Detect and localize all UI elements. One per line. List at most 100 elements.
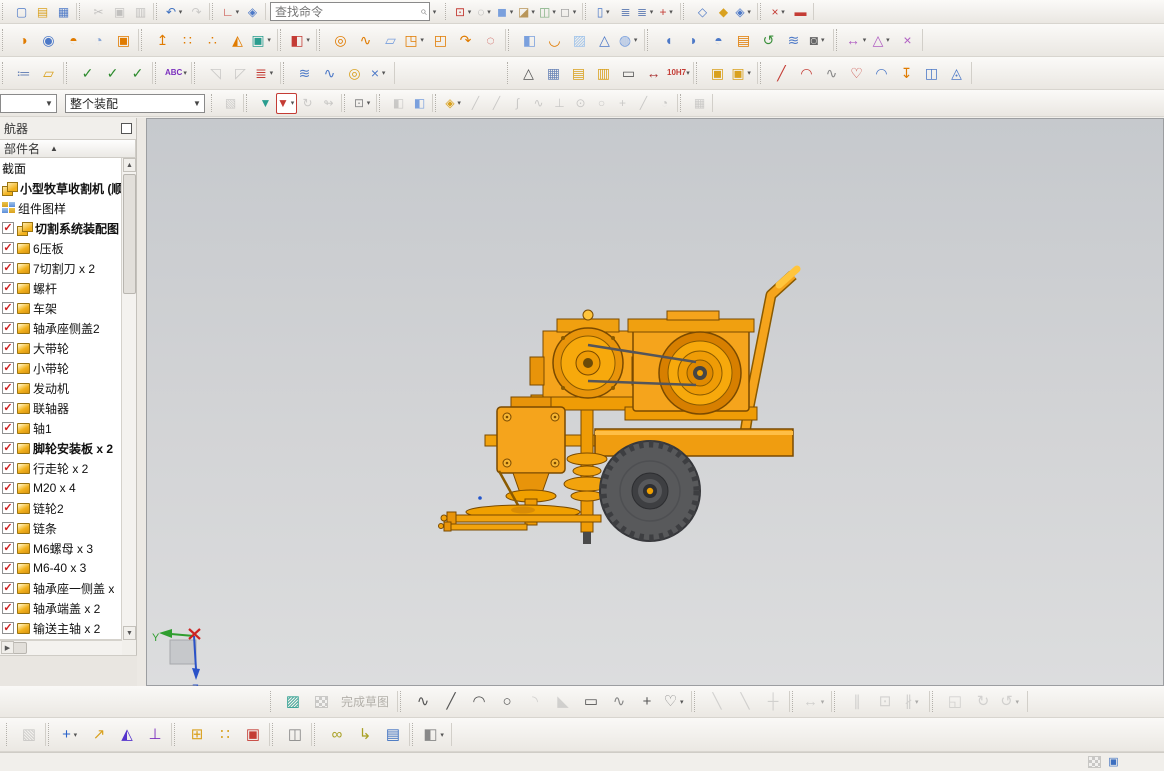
component-checkbox[interactable]: ✓	[2, 222, 14, 234]
component-checkbox[interactable]: ✓	[2, 262, 14, 274]
tree-vertical-scrollbar[interactable]: ▲ ▼	[121, 158, 136, 640]
view-properties-icon[interactable]: ◈	[242, 2, 263, 22]
create-sketch-icon[interactable]: ▨	[279, 688, 307, 715]
sphere-icon[interactable]: ◍ ▾	[617, 27, 642, 54]
fit-curve-icon[interactable]: ∿	[819, 60, 844, 87]
pattern-feature-icon[interactable]: ∷	[175, 27, 200, 54]
component-checkbox[interactable]: ✓	[2, 402, 14, 414]
wave-lock-icon[interactable]: ▣	[705, 60, 730, 87]
sheet-body-icon[interactable]: ◙ ▾	[806, 27, 831, 54]
save-file-icon[interactable]: ▦	[53, 2, 74, 22]
spec-list-icon[interactable]: ≔	[11, 60, 36, 87]
ruled-surface-icon[interactable]: ◖	[656, 27, 681, 54]
project-curve-icon[interactable]: ↧	[894, 60, 919, 87]
mirror-feature-icon[interactable]: ◭	[225, 27, 250, 54]
wave-link-icon[interactable]: ▣ ▾	[730, 60, 755, 87]
panel-splitter[interactable]	[137, 118, 146, 686]
tree-item-0[interactable]: 截面	[0, 158, 122, 178]
belleville-washer-icon[interactable]: ◎	[342, 60, 367, 87]
list-select-icon[interactable]: ≣ ▾	[253, 60, 278, 87]
command-search-input[interactable]	[275, 4, 421, 19]
sketch-rectangle-icon[interactable]: ▭	[577, 688, 605, 715]
profile-icon[interactable]: ∿	[409, 688, 437, 715]
through-curves-icon[interactable]: ◗	[681, 27, 706, 54]
boolean-region-icon[interactable]: ▣ ▾	[250, 27, 275, 54]
show-hide-icon[interactable]: ◇	[692, 2, 713, 22]
undo-icon[interactable]: ↶ ▾	[165, 2, 186, 22]
tree-item-6[interactable]: ✓ 螺杆	[0, 278, 122, 298]
component-checkbox[interactable]: ✓	[2, 482, 14, 494]
interference-check-icon[interactable]: × ▾	[769, 2, 790, 22]
check-mate-icon[interactable]: ✓	[100, 60, 125, 87]
boss-icon[interactable]: ◓	[61, 27, 86, 54]
exploded-view-icon[interactable]: ◫	[281, 721, 309, 748]
tree-item-7[interactable]: ✓ 车架	[0, 298, 122, 318]
tree-item-21[interactable]: ✓ 轴承座一侧盖 x	[0, 578, 122, 598]
new-file-icon[interactable]: ▢	[11, 2, 32, 22]
selection-scope-combo[interactable]: 整个装配 ▼	[65, 93, 205, 113]
edit-section-icon[interactable]: ◈ ▾	[734, 2, 755, 22]
cutting-unit[interactable]	[438, 396, 611, 544]
tree-item-12[interactable]: ✓ 联轴器	[0, 398, 122, 418]
component-checkbox[interactable]: ✓	[2, 462, 14, 474]
wireframe-component-icon[interactable]: ◧	[409, 93, 430, 114]
sheet-bend-icon[interactable]: ◡	[542, 27, 567, 54]
tree-item-10[interactable]: ✓ 小带轮	[0, 358, 122, 378]
compression-spring-icon[interactable]: ≋	[292, 60, 317, 87]
dependencies-list-icon[interactable]: ≣ ▾	[636, 2, 657, 22]
sketch-circle-icon[interactable]: ○	[493, 688, 521, 715]
component-checkbox[interactable]: ✓	[2, 362, 14, 374]
resize-face-icon[interactable]: △ ▾	[870, 27, 895, 54]
tree-item-4[interactable]: ✓ 6压板	[0, 238, 122, 258]
graphics-viewport[interactable]: Y Z	[146, 118, 1164, 695]
component-checkbox[interactable]: ✓	[2, 502, 14, 514]
face-analysis-icon[interactable]: ◪ ▾	[517, 2, 538, 22]
tolerance-table-icon[interactable]: ▦	[541, 60, 566, 87]
delete-face-icon[interactable]: ×	[895, 27, 920, 54]
line-curve-icon[interactable]: ╱	[769, 60, 794, 87]
tree-item-22[interactable]: ✓ 轴承端盖 x 2	[0, 598, 122, 618]
measure-distance-icon[interactable]: ▬	[790, 2, 811, 22]
component-checkbox[interactable]: ✓	[2, 322, 14, 334]
verify-part-icon[interactable]: ✓	[125, 60, 150, 87]
wave-geometry-linker-icon[interactable]: ∞	[323, 721, 351, 748]
scroll-up-icon[interactable]: ▲	[123, 158, 136, 172]
point-folder-icon[interactable]: ▤	[566, 60, 591, 87]
orient-view-csys-icon[interactable]: ∟ ▾	[221, 2, 242, 22]
isocline-curve-icon[interactable]: ◫	[919, 60, 944, 87]
product-interface-icon[interactable]: ▤	[379, 721, 407, 748]
examine-geometry-icon[interactable]: ✓	[75, 60, 100, 87]
part-list-icon[interactable]: ≣	[615, 2, 636, 22]
emboss-icon[interactable]: ▣	[111, 27, 136, 54]
arc-curve-icon[interactable]: ◠	[794, 60, 819, 87]
hole-icon[interactable]: ◉	[36, 27, 61, 54]
component-checkbox[interactable]: ✓	[2, 422, 14, 434]
dimension-style-icon[interactable]: ↔	[641, 60, 666, 87]
linear-pattern-component-icon[interactable]: ∷	[211, 721, 239, 748]
engine[interactable]	[624, 310, 758, 421]
column-header-part-name[interactable]: 部件名 ▲	[0, 139, 136, 158]
arrange-sequence-icon[interactable]: ▣	[239, 721, 267, 748]
text-icon[interactable]: ABC ▾	[164, 60, 189, 87]
tree-item-15[interactable]: ✓ 行走轮 x 2	[0, 458, 122, 478]
shaded-view-icon[interactable]: ◼ ▾	[496, 2, 517, 22]
surface-curve-icon[interactable]: ◠	[869, 60, 894, 87]
shape-curve-icon[interactable]: ♡	[844, 60, 869, 87]
sketch-shape-icon[interactable]: ♡ ▾	[661, 688, 689, 715]
sketch-line-icon[interactable]: ╱	[437, 688, 465, 715]
section-view-icon[interactable]: ◫ ▾	[538, 2, 559, 22]
flow-surface-icon[interactable]: ≋	[781, 27, 806, 54]
filter-active-icon[interactable]: ▼ ▾	[276, 92, 297, 114]
tree-item-14[interactable]: ✓ 脚轮安装板 x 2	[0, 438, 122, 458]
datum-csys-icon[interactable]: + ▾	[657, 2, 678, 22]
tube-icon[interactable]: ◎	[328, 27, 353, 54]
tree-item-11[interactable]: ✓ 发动机	[0, 378, 122, 398]
tree-item-5[interactable]: ✓ 7切割刀 x 2	[0, 258, 122, 278]
harvester-assembly-model[interactable]: Y Z	[147, 119, 1164, 695]
tree-item-3[interactable]: ✓ 切割系统装配图	[0, 218, 122, 238]
tree-item-19[interactable]: ✓ M6螺母 x 3	[0, 538, 122, 558]
fit-tolerance-icon[interactable]: 10H7 ▾	[666, 60, 691, 87]
attribute-tag-icon[interactable]: ▱	[36, 60, 61, 87]
hole-folder-icon[interactable]: ▥	[591, 60, 616, 87]
search-options-dropdown-icon[interactable]: ▾	[430, 8, 439, 16]
